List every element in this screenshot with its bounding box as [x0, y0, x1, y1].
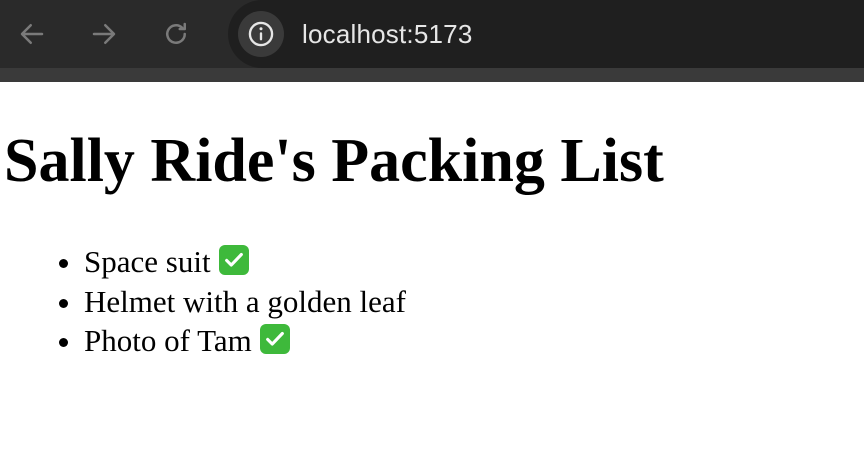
site-info-button[interactable]	[238, 11, 284, 57]
forward-button[interactable]	[84, 14, 124, 54]
arrow-right-icon	[92, 24, 116, 44]
reload-button[interactable]	[156, 14, 196, 54]
toolbar-bottom-strip	[0, 68, 864, 82]
back-button[interactable]	[12, 14, 52, 54]
page-title: Sally Ride's Packing List	[4, 127, 664, 195]
check-mark-icon	[259, 324, 290, 354]
reload-icon	[166, 22, 186, 44]
info-icon	[248, 21, 274, 47]
address-bar[interactable]: localhost:5173	[228, 0, 864, 68]
packing-list: Space suit Helmet with a golden leaf Pho…	[0, 242, 406, 361]
arrow-left-icon	[20, 24, 44, 44]
list-item: Photo of Tam	[84, 321, 406, 361]
url-text[interactable]: localhost:5173	[302, 15, 472, 53]
page-content: Sally Ride's Packing List Space suit Hel…	[0, 82, 864, 460]
list-item: Helmet with a golden leaf	[84, 282, 406, 322]
browser-toolbar: localhost:5173	[0, 0, 864, 82]
list-item: Space suit	[84, 242, 406, 282]
item-label: Space suit	[84, 244, 211, 279]
check-mark-icon	[218, 245, 249, 275]
item-label: Photo of Tam	[84, 323, 252, 358]
item-label: Helmet with a golden leaf	[84, 283, 406, 319]
